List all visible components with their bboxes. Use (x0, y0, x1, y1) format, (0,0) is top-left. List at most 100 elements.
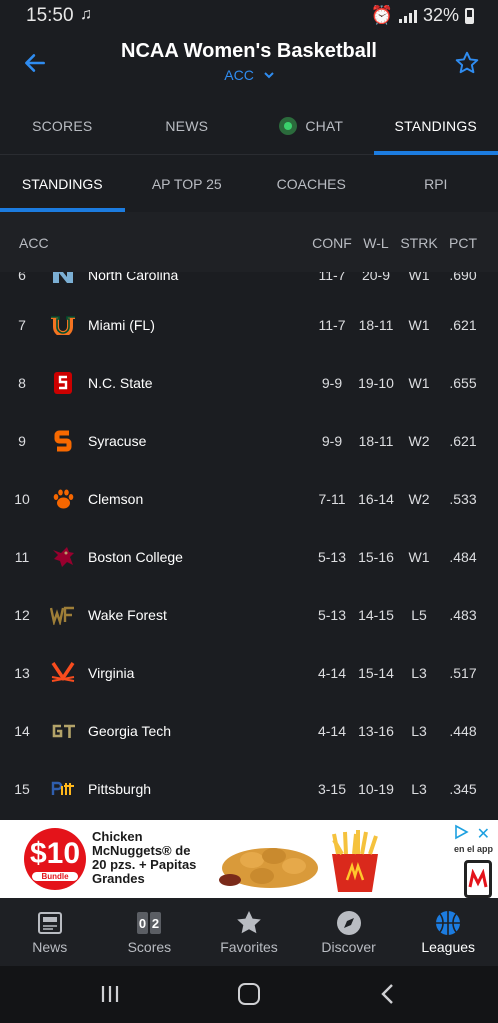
group-label: ACC (19, 235, 49, 251)
row-rank: 15 (14, 781, 30, 797)
basketball-icon (436, 911, 461, 935)
ad-price-badge: $10 Bundle (24, 828, 86, 890)
table-row[interactable]: 13 Virginia 4-14 15-14 L3 .517 (0, 645, 498, 703)
ad-choices-icon[interactable] (452, 823, 470, 841)
team-pct: .655 (449, 375, 477, 391)
team-strk: L3 (411, 665, 427, 681)
team-strk: L5 (411, 607, 427, 623)
row-rank: 13 (14, 665, 30, 681)
row-rank: 8 (18, 375, 26, 391)
tab-news-label: NEWS (165, 118, 209, 134)
team-pct: .448 (449, 723, 477, 739)
syracuse-s-logo (50, 428, 76, 454)
team-pct: .345 (449, 781, 477, 797)
home-icon[interactable] (238, 983, 260, 1005)
nav-discover-label: Discover (321, 939, 376, 955)
nav-scores-label: Scores (127, 939, 172, 955)
team-conf: 5-13 (317, 607, 347, 623)
team-conf: 4-14 (317, 665, 347, 681)
row-rank: 6 (18, 272, 26, 283)
pitt-script-logo (50, 776, 76, 802)
team-strk: L3 (411, 723, 427, 739)
system-nav-bar (0, 966, 498, 1023)
back-icon[interactable] (378, 983, 398, 1005)
team-pct: .690 (449, 272, 477, 283)
battery-percent: 32% (422, 5, 459, 25)
tab-scores-label: SCORES (32, 118, 93, 134)
team-wl: 14-15 (358, 607, 394, 623)
clemson-paw-logo (50, 486, 76, 512)
team-strk: W1 (408, 549, 430, 565)
row-rank: 11 (14, 549, 30, 565)
subtab-coaches[interactable]: COACHES (249, 156, 374, 212)
battery-icon (465, 7, 474, 24)
team-pct: .483 (449, 607, 477, 623)
subtab-ap-top-25[interactable]: AP TOP 25 (125, 156, 250, 212)
team-conf: 11-7 (318, 317, 346, 333)
ad-line-2: McNuggets® de (92, 843, 191, 858)
subtab-rpi[interactable]: RPI (374, 156, 498, 212)
nav-leagues[interactable]: Leagues (398, 898, 498, 966)
tab-news[interactable]: NEWS (125, 98, 250, 154)
team-pct: .517 (449, 665, 477, 681)
team-wl: 15-16 (358, 549, 394, 565)
ad-bundle-label: Bundle (32, 872, 78, 881)
ad-banner[interactable]: $10 Bundle Chicken McNuggets® de 20 pzs.… (0, 820, 498, 898)
team-name: Miami (FL) (88, 317, 155, 333)
team-name: Pittsburgh (88, 781, 152, 797)
team-name: North Carolina (88, 272, 179, 283)
ad-price: $10 (29, 837, 81, 870)
team-name: Boston College (88, 549, 183, 565)
table-row[interactable]: 10 Clemson 7-11 16-14 W2 .533 (0, 471, 498, 529)
miami-u-logo (50, 312, 76, 338)
team-conf: 3-15 (317, 781, 347, 797)
nav-leagues-label: Leagues (421, 939, 476, 955)
team-name: Clemson (88, 491, 144, 507)
bottom-nav: News 0 2 Scores Favorites Discover Leagu… (0, 898, 498, 966)
table-row[interactable]: 7 Miami (FL) 11-7 18-11 W1 .621 (0, 297, 498, 355)
team-pct: .621 (449, 317, 477, 333)
subtab-standings[interactable]: STANDINGS (0, 156, 125, 212)
team-name: N.C. State (88, 375, 153, 391)
nav-scores[interactable]: 0 2 Scores (100, 898, 200, 966)
scoreboard-icon: 0 2 (137, 912, 162, 934)
ad-phone-icon (464, 860, 492, 898)
svg-text:2: 2 (152, 916, 159, 931)
tab-scores[interactable]: SCORES (0, 98, 125, 154)
table-row[interactable]: 8 N.C. State 9-9 19-10 W1 .655 (0, 355, 498, 413)
row-rank: 12 (14, 607, 30, 623)
table-row[interactable]: 14 Georgia Tech 4-14 13-16 L3 .448 (0, 703, 498, 761)
row-rank: 7 (18, 317, 26, 333)
tab-chat[interactable]: CHAT (249, 98, 374, 154)
conference-selector[interactable]: ACC (0, 67, 498, 83)
nav-favorites[interactable]: Favorites (199, 898, 299, 966)
status-bar: 15:50 ♫ ⏰ 32% (0, 0, 498, 32)
table-row[interactable]: 15 Pittsburgh 3-15 10-19 L3 .345 (0, 761, 498, 819)
ad-line-3: 20 pzs. + Papitas (92, 857, 197, 872)
team-strk: W1 (408, 272, 430, 283)
team-conf: 4-14 (317, 723, 347, 739)
team-strk: W1 (408, 375, 430, 391)
table-row[interactable]: 9 Syracuse 9-9 18-11 W2 .621 (0, 413, 498, 471)
team-conf: 7-11 (318, 491, 346, 507)
col-strk: STRK (400, 235, 438, 251)
favorite-star-icon[interactable] (454, 50, 480, 76)
recent-apps-icon[interactable] (100, 984, 120, 1004)
team-wl: 20-9 (361, 272, 391, 283)
ad-cta[interactable]: en el app (454, 844, 493, 854)
nav-discover[interactable]: Discover (299, 898, 399, 966)
subtab-ap-top-25-label: AP TOP 25 (151, 176, 222, 192)
ad-close-icon[interactable]: ✕ (477, 824, 490, 844)
team-pct: .621 (449, 433, 477, 449)
table-row[interactable]: 11 Boston College 5-13 15-16 W1 .484 (0, 529, 498, 587)
conference-label: ACC (224, 67, 254, 83)
live-dot-icon (279, 117, 298, 135)
nav-news[interactable]: News (0, 898, 100, 966)
team-wl: 18-11 (358, 433, 394, 449)
table-row[interactable]: 12 Wake Forest 5-13 14-15 L5 .483 (0, 587, 498, 645)
team-conf: 9-9 (321, 375, 343, 391)
tab-standings[interactable]: STANDINGS (373, 98, 498, 155)
app-header: NCAA Women's Basketball ACC (0, 32, 498, 98)
team-strk: W1 (408, 317, 430, 333)
wake-forest-wf-logo (50, 602, 76, 628)
